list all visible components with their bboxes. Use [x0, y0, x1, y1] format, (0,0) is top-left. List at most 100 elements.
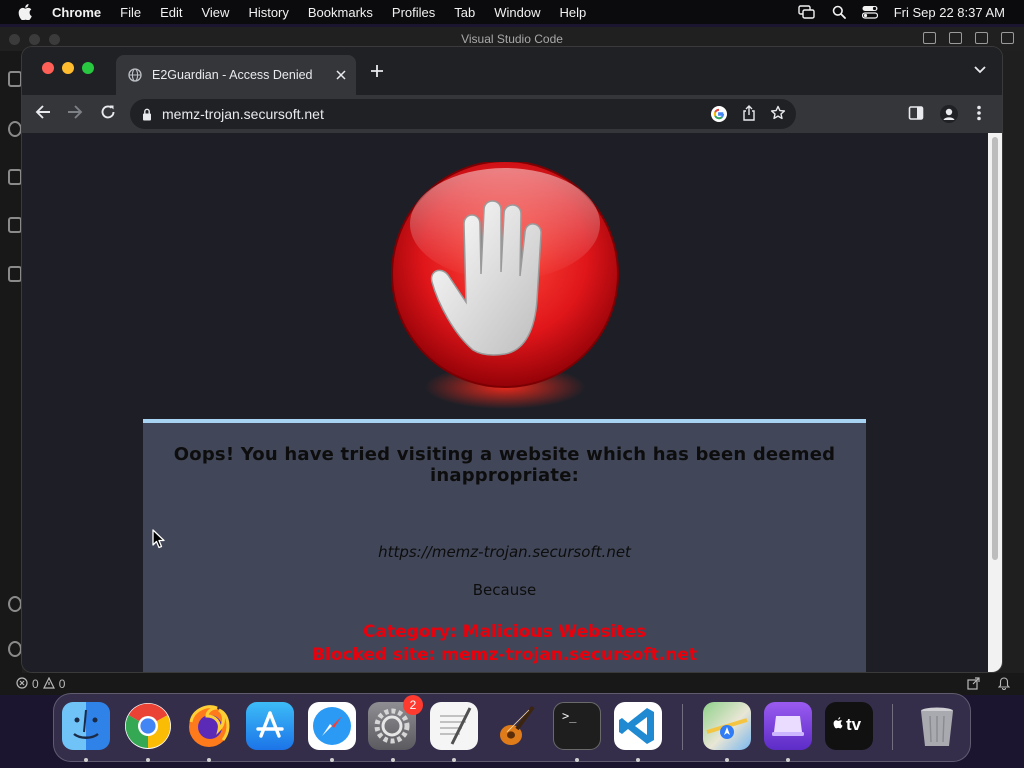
dock-system-settings-icon[interactable]: 2 [368, 695, 423, 750]
dock-apple-configurator-icon[interactable] [764, 702, 812, 750]
google-lens-icon[interactable] [710, 105, 728, 123]
menu-bookmarks[interactable]: Bookmarks [308, 5, 373, 20]
search-icon[interactable] [8, 121, 22, 137]
dock-firefox-running-dot [207, 758, 211, 762]
toggle-panel-icon[interactable] [949, 32, 962, 44]
problems-indicator[interactable]: 0 0 [16, 676, 69, 692]
vscode-status-bar: 0 0 [0, 673, 1024, 695]
dock-apple-tv-icon[interactable]: tv [825, 702, 873, 750]
menu-file[interactable]: File [120, 5, 141, 20]
scrollbar-thumb[interactable] [992, 137, 998, 560]
apple-tv-label: tv [846, 715, 862, 734]
settings-notification-badge: 2 [403, 695, 423, 715]
dock-settings-running-dot [391, 758, 395, 762]
globe-icon [128, 68, 142, 82]
menu-bar-tray: Fri Sep 22 8:37 AM [798, 0, 1024, 24]
customize-layout-icon[interactable] [1001, 32, 1014, 44]
dock-chrome-icon[interactable] [124, 702, 172, 750]
warning-icon [42, 676, 55, 692]
vscode-minimize-button[interactable] [29, 34, 40, 45]
close-window-button[interactable] [42, 62, 54, 74]
dock-trash-icon[interactable] [913, 702, 961, 750]
dock-terminal-icon[interactable]: >_ [553, 702, 601, 750]
menu-tab[interactable]: Tab [454, 5, 475, 20]
run-debug-icon[interactable] [8, 217, 22, 233]
vscode-layout-controls [910, 32, 1014, 44]
toggle-primary-sidebar-icon[interactable] [923, 32, 936, 44]
notifications-bell-icon[interactable] [998, 677, 1010, 690]
because-label: Because [472, 581, 537, 599]
dock-separator-trash [892, 704, 893, 750]
page-scrollbar[interactable] [988, 133, 1002, 672]
tab-search-chevron-down-icon[interactable] [974, 66, 986, 74]
vscode-close-button[interactable] [9, 34, 20, 45]
menu-bar-clock[interactable]: Fri Sep 22 8:37 AM [894, 5, 1005, 20]
explorer-icon[interactable] [8, 71, 22, 87]
menu-edit[interactable]: Edit [160, 5, 182, 20]
profile-avatar-icon[interactable] [940, 105, 958, 123]
vscode-zoom-button[interactable] [49, 34, 60, 45]
dock-finder-icon[interactable] [62, 702, 110, 750]
side-panel-icon[interactable] [908, 105, 924, 121]
browser-toolbar: memz-trojan.secursoft.net [22, 95, 1002, 133]
menu-help[interactable]: Help [560, 5, 587, 20]
toggle-secondary-sidebar-icon[interactable] [975, 32, 988, 44]
window-controls [42, 62, 102, 74]
access-denied-panel: Oops! You have tried visiting a website … [143, 419, 866, 672]
more-menu-icon[interactable] [977, 105, 981, 121]
menu-bar: Chrome File Edit View History Bookmarks … [0, 0, 1024, 24]
site-info-lock-icon[interactable] [142, 108, 152, 121]
manage-gear-icon[interactable] [8, 641, 22, 657]
menu-window[interactable]: Window [494, 5, 540, 20]
blocked-site: Blocked site: memz-trojan.secursoft.net [311, 645, 698, 665]
zoom-window-button[interactable] [82, 62, 94, 74]
extensions-icon[interactable] [8, 266, 22, 282]
forward-arrow-icon[interactable] [67, 104, 83, 120]
dock: 2 >_ tv [53, 693, 971, 762]
live-share-icon[interactable] [967, 677, 980, 690]
vscode-window-title: Visual Studio Code [461, 32, 563, 46]
block-reason: Category: Malicious Websites Blocked sit… [143, 621, 866, 667]
vscode-activity-bar [0, 51, 22, 673]
warning-count: 0 [58, 677, 66, 691]
bookmark-star-icon[interactable] [770, 105, 786, 123]
dock-textedit-icon[interactable] [430, 702, 478, 750]
menu-history[interactable]: History [248, 5, 288, 20]
tab-title: E2Guardian - Access Denied [152, 68, 313, 82]
dock-maps-running-dot [725, 758, 729, 762]
menu-view[interactable]: View [201, 5, 229, 20]
active-tab[interactable]: E2Guardian - Access Denied [116, 55, 356, 95]
dock-app-store-icon[interactable] [246, 702, 294, 750]
spotlight-search-icon[interactable] [832, 5, 846, 19]
dock-separator [682, 704, 683, 750]
apple-menu-icon[interactable] [18, 4, 36, 20]
menu-app-name[interactable]: Chrome [52, 5, 101, 20]
accounts-icon[interactable] [8, 596, 22, 612]
minimize-window-button[interactable] [62, 62, 74, 74]
dock-garageband-icon[interactable] [491, 702, 539, 750]
source-control-icon[interactable] [8, 169, 22, 185]
menu-profiles[interactable]: Profiles [392, 5, 435, 20]
address-bar[interactable]: memz-trojan.secursoft.net [130, 99, 796, 129]
dock-maps-icon[interactable] [703, 702, 751, 750]
dock-chrome-running-dot [146, 758, 150, 762]
chrome-window: E2Guardian - Access Denied memz-trojan.s… [22, 47, 1002, 672]
control-center-icon[interactable] [861, 5, 878, 19]
dock-vscode-icon[interactable] [614, 702, 662, 750]
dock-firefox-icon[interactable] [185, 702, 233, 750]
error-icon [16, 676, 28, 692]
dock-configurator-running-dot [786, 758, 790, 762]
share-icon[interactable] [742, 105, 756, 123]
dock-safari-icon[interactable] [308, 702, 356, 750]
block-category: Category: Malicious Websites [363, 622, 646, 642]
back-arrow-icon[interactable] [35, 104, 51, 120]
screen-mirroring-icon[interactable] [798, 5, 816, 19]
error-count: 0 [32, 677, 39, 691]
reload-icon[interactable] [100, 104, 116, 120]
close-tab-icon[interactable] [336, 70, 346, 80]
new-tab-plus-icon[interactable] [370, 64, 384, 78]
dock-finder-running-dot [84, 758, 88, 762]
mouse-cursor-icon [152, 529, 165, 549]
address-bar-url[interactable]: memz-trojan.secursoft.net [162, 106, 324, 122]
vscode-window-controls [9, 34, 69, 45]
